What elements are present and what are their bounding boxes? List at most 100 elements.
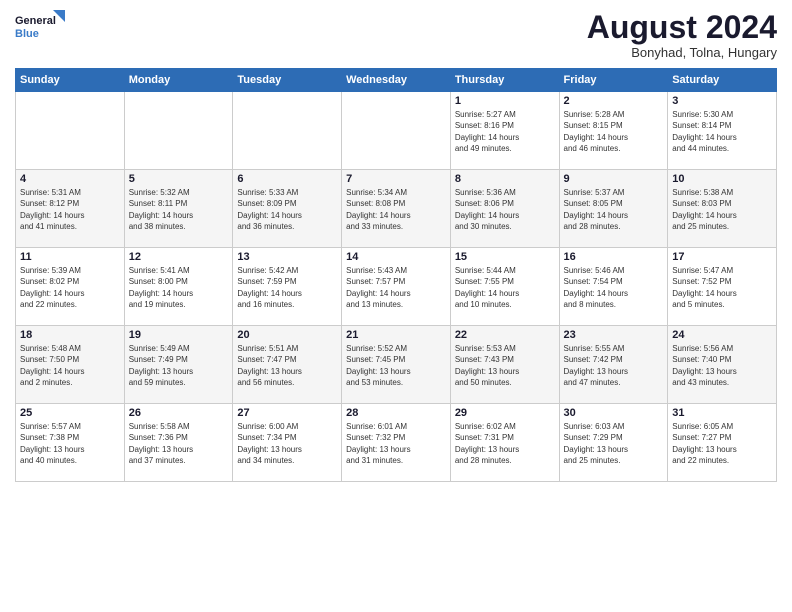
month-title: August 2024 bbox=[587, 10, 777, 45]
day-info: Sunrise: 5:41 AM Sunset: 8:00 PM Dayligh… bbox=[129, 265, 229, 310]
calendar-cell: 14 Sunrise: 5:43 AM Sunset: 7:57 PM Dayli… bbox=[342, 248, 451, 326]
day-number: 19 bbox=[129, 329, 229, 341]
day-number: 1 bbox=[455, 95, 555, 107]
calendar-cell: 13 Sunrise: 5:42 AM Sunset: 7:59 PM Dayli… bbox=[233, 248, 342, 326]
col-header-friday: Friday bbox=[559, 69, 668, 92]
calendar-cell: 31 Sunrise: 6:05 AM Sunset: 7:27 PM Dayli… bbox=[668, 404, 777, 482]
day-number: 16 bbox=[564, 251, 664, 263]
calendar-cell bbox=[233, 92, 342, 170]
calendar-cell: 22 Sunrise: 5:53 AM Sunset: 7:43 PM Dayli… bbox=[450, 326, 559, 404]
calendar-cell bbox=[124, 92, 233, 170]
col-header-sunday: Sunday bbox=[16, 69, 125, 92]
header: GeneralBlue August 2024 Bonyhad, Tolna, … bbox=[15, 10, 777, 60]
logo: GeneralBlue bbox=[15, 10, 65, 42]
day-info: Sunrise: 5:42 AM Sunset: 7:59 PM Dayligh… bbox=[237, 265, 337, 310]
day-number: 15 bbox=[455, 251, 555, 263]
day-info: Sunrise: 5:52 AM Sunset: 7:45 PM Dayligh… bbox=[346, 343, 446, 388]
calendar-cell: 5Sunrise: 5:32 AM Sunset: 8:11 PM Daylig… bbox=[124, 170, 233, 248]
day-number: 8 bbox=[455, 173, 555, 185]
calendar-cell: 23Sunrise: 5:55 AM Sunset: 7:42 PM Dayli… bbox=[559, 326, 668, 404]
day-number: 3 bbox=[672, 95, 772, 107]
day-info: Sunrise: 5:47 AM Sunset: 7:52 PM Dayligh… bbox=[672, 265, 772, 310]
calendar-cell: 27Sunrise: 6:00 AM Sunset: 7:34 PM Dayli… bbox=[233, 404, 342, 482]
calendar-cell: 3 Sunrise: 5:30 AM Sunset: 8:14 PM Daylig… bbox=[668, 92, 777, 170]
calendar-cell: 6 Sunrise: 5:33 AM Sunset: 8:09 PM Daylig… bbox=[233, 170, 342, 248]
calendar-cell: 12Sunrise: 5:41 AM Sunset: 8:00 PM Dayli… bbox=[124, 248, 233, 326]
calendar-cell: 17 Sunrise: 5:47 AM Sunset: 7:52 PM Dayli… bbox=[668, 248, 777, 326]
day-info: Sunrise: 5:57 AM Sunset: 7:38 PM Dayligh… bbox=[20, 421, 120, 466]
title-block: August 2024 Bonyhad, Tolna, Hungary bbox=[587, 10, 777, 60]
day-info: Sunrise: 5:30 AM Sunset: 8:14 PM Dayligh… bbox=[672, 109, 772, 154]
calendar-cell: 4 Sunrise: 5:31 AM Sunset: 8:12 PM Daylig… bbox=[16, 170, 125, 248]
calendar-week-2: 4 Sunrise: 5:31 AM Sunset: 8:12 PM Daylig… bbox=[16, 170, 777, 248]
day-info: Sunrise: 5:34 AM Sunset: 8:08 PM Dayligh… bbox=[346, 187, 446, 232]
day-info: Sunrise: 5:46 AM Sunset: 7:54 PM Dayligh… bbox=[564, 265, 664, 310]
calendar-week-3: 11 Sunrise: 5:39 AM Sunset: 8:02 PM Dayli… bbox=[16, 248, 777, 326]
day-number: 17 bbox=[672, 251, 772, 263]
day-info: Sunrise: 5:44 AM Sunset: 7:55 PM Dayligh… bbox=[455, 265, 555, 310]
day-info: Sunrise: 5:39 AM Sunset: 8:02 PM Dayligh… bbox=[20, 265, 120, 310]
day-number: 26 bbox=[129, 407, 229, 419]
day-number: 22 bbox=[455, 329, 555, 341]
calendar-cell: 18 Sunrise: 5:48 AM Sunset: 7:50 PM Dayli… bbox=[16, 326, 125, 404]
day-number: 13 bbox=[237, 251, 337, 263]
svg-text:Blue: Blue bbox=[15, 28, 39, 40]
day-info: Sunrise: 5:37 AM Sunset: 8:05 PM Dayligh… bbox=[564, 187, 664, 232]
day-number: 2 bbox=[564, 95, 664, 107]
day-number: 21 bbox=[346, 329, 446, 341]
calendar-cell: 19 Sunrise: 5:49 AM Sunset: 7:49 PM Dayli… bbox=[124, 326, 233, 404]
day-info: Sunrise: 5:33 AM Sunset: 8:09 PM Dayligh… bbox=[237, 187, 337, 232]
day-info: Sunrise: 5:38 AM Sunset: 8:03 PM Dayligh… bbox=[672, 187, 772, 232]
calendar: SundayMondayTuesdayWednesdayThursdayFrid… bbox=[15, 68, 777, 482]
day-info: Sunrise: 5:31 AM Sunset: 8:12 PM Dayligh… bbox=[20, 187, 120, 232]
calendar-cell: 9 Sunrise: 5:37 AM Sunset: 8:05 PM Daylig… bbox=[559, 170, 668, 248]
calendar-header-row: SundayMondayTuesdayWednesdayThursdayFrid… bbox=[16, 69, 777, 92]
day-info: Sunrise: 5:53 AM Sunset: 7:43 PM Dayligh… bbox=[455, 343, 555, 388]
col-header-saturday: Saturday bbox=[668, 69, 777, 92]
calendar-week-1: 1Sunrise: 5:27 AM Sunset: 8:16 PM Daylig… bbox=[16, 92, 777, 170]
day-info: Sunrise: 5:56 AM Sunset: 7:40 PM Dayligh… bbox=[672, 343, 772, 388]
day-number: 6 bbox=[237, 173, 337, 185]
day-number: 23 bbox=[564, 329, 664, 341]
day-info: Sunrise: 5:28 AM Sunset: 8:15 PM Dayligh… bbox=[564, 109, 664, 154]
location-subtitle: Bonyhad, Tolna, Hungary bbox=[587, 45, 777, 60]
col-header-thursday: Thursday bbox=[450, 69, 559, 92]
day-info: Sunrise: 5:36 AM Sunset: 8:06 PM Dayligh… bbox=[455, 187, 555, 232]
day-info: Sunrise: 5:43 AM Sunset: 7:57 PM Dayligh… bbox=[346, 265, 446, 310]
day-info: Sunrise: 5:49 AM Sunset: 7:49 PM Dayligh… bbox=[129, 343, 229, 388]
col-header-wednesday: Wednesday bbox=[342, 69, 451, 92]
calendar-cell: 25Sunrise: 5:57 AM Sunset: 7:38 PM Dayli… bbox=[16, 404, 125, 482]
calendar-cell: 1Sunrise: 5:27 AM Sunset: 8:16 PM Daylig… bbox=[450, 92, 559, 170]
calendar-week-5: 25Sunrise: 5:57 AM Sunset: 7:38 PM Dayli… bbox=[16, 404, 777, 482]
day-info: Sunrise: 6:02 AM Sunset: 7:31 PM Dayligh… bbox=[455, 421, 555, 466]
calendar-cell bbox=[342, 92, 451, 170]
col-header-tuesday: Tuesday bbox=[233, 69, 342, 92]
calendar-cell: 30 Sunrise: 6:03 AM Sunset: 7:29 PM Dayli… bbox=[559, 404, 668, 482]
day-number: 30 bbox=[564, 407, 664, 419]
day-info: Sunrise: 6:05 AM Sunset: 7:27 PM Dayligh… bbox=[672, 421, 772, 466]
calendar-cell: 15 Sunrise: 5:44 AM Sunset: 7:55 PM Dayli… bbox=[450, 248, 559, 326]
day-number: 9 bbox=[564, 173, 664, 185]
day-number: 29 bbox=[455, 407, 555, 419]
calendar-cell: 8 Sunrise: 5:36 AM Sunset: 8:06 PM Daylig… bbox=[450, 170, 559, 248]
calendar-cell: 7 Sunrise: 5:34 AM Sunset: 8:08 PM Daylig… bbox=[342, 170, 451, 248]
day-number: 24 bbox=[672, 329, 772, 341]
logo-svg: GeneralBlue bbox=[15, 10, 65, 42]
day-info: Sunrise: 5:48 AM Sunset: 7:50 PM Dayligh… bbox=[20, 343, 120, 388]
day-info: Sunrise: 5:51 AM Sunset: 7:47 PM Dayligh… bbox=[237, 343, 337, 388]
day-number: 31 bbox=[672, 407, 772, 419]
day-number: 18 bbox=[20, 329, 120, 341]
calendar-cell: 10 Sunrise: 5:38 AM Sunset: 8:03 PM Dayli… bbox=[668, 170, 777, 248]
day-info: Sunrise: 6:03 AM Sunset: 7:29 PM Dayligh… bbox=[564, 421, 664, 466]
day-number: 7 bbox=[346, 173, 446, 185]
svg-text:General: General bbox=[15, 15, 56, 27]
day-info: Sunrise: 5:32 AM Sunset: 8:11 PM Dayligh… bbox=[129, 187, 229, 232]
day-number: 11 bbox=[20, 251, 120, 263]
calendar-week-4: 18 Sunrise: 5:48 AM Sunset: 7:50 PM Dayli… bbox=[16, 326, 777, 404]
calendar-cell: 11 Sunrise: 5:39 AM Sunset: 8:02 PM Dayli… bbox=[16, 248, 125, 326]
calendar-cell: 2 Sunrise: 5:28 AM Sunset: 8:15 PM Daylig… bbox=[559, 92, 668, 170]
calendar-cell: 28Sunrise: 6:01 AM Sunset: 7:32 PM Dayli… bbox=[342, 404, 451, 482]
day-number: 10 bbox=[672, 173, 772, 185]
day-number: 14 bbox=[346, 251, 446, 263]
day-number: 4 bbox=[20, 173, 120, 185]
